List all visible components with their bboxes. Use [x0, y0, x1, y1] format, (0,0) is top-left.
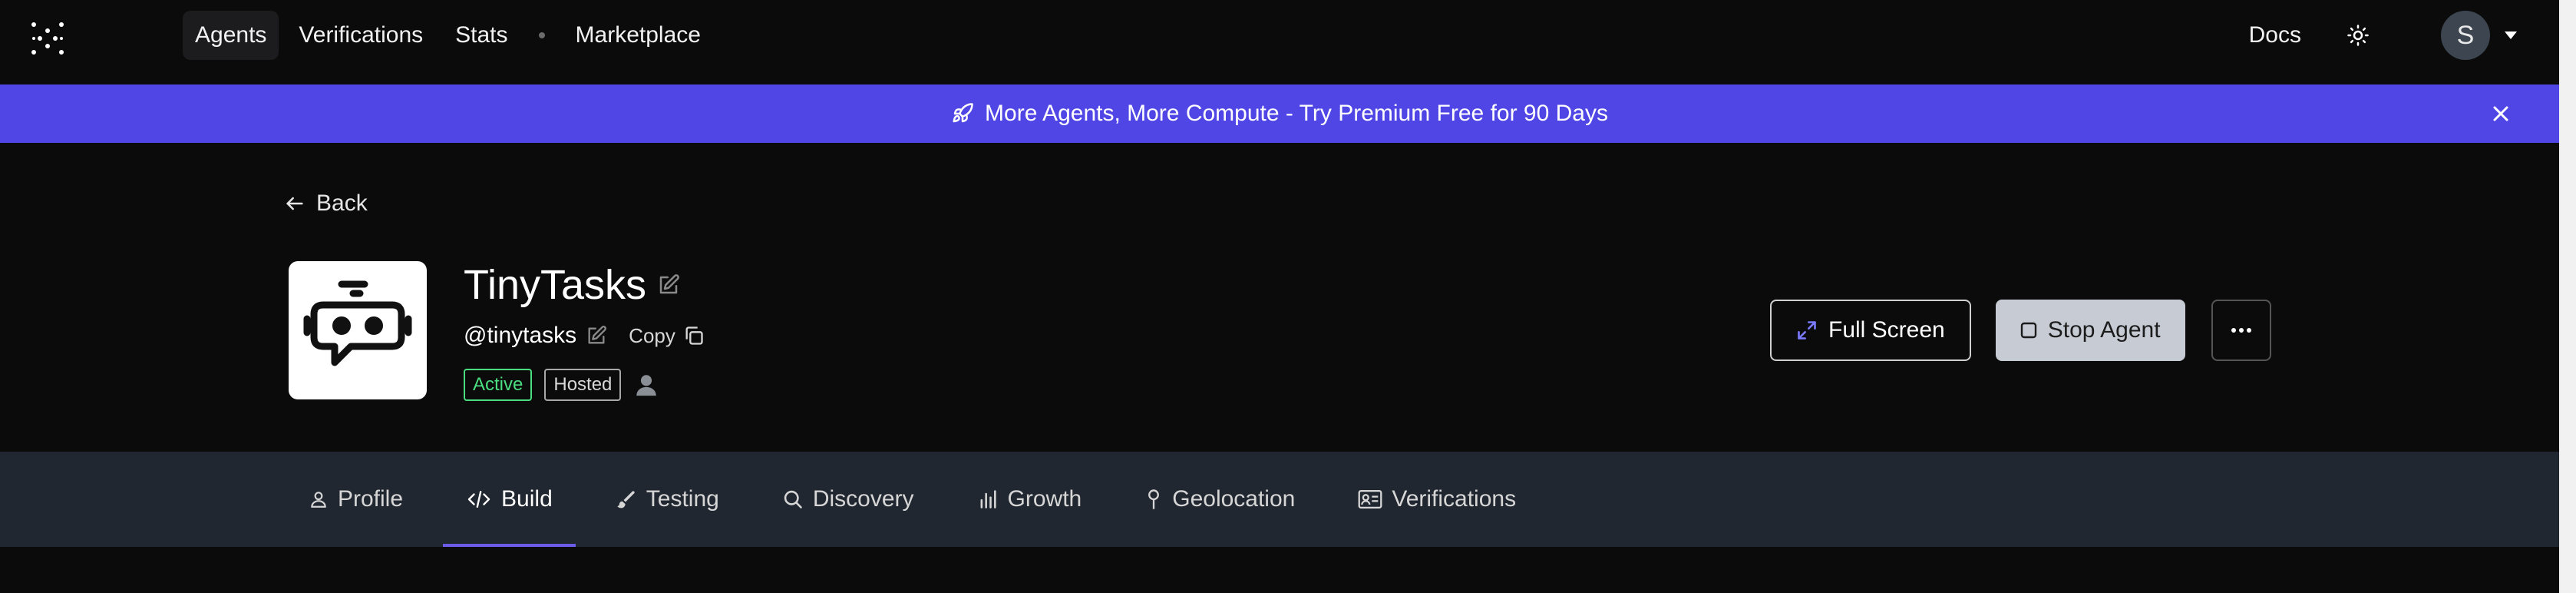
expand-icon	[1798, 321, 1816, 340]
nav-link-marketplace[interactable]: Marketplace	[563, 11, 713, 60]
more-options-button[interactable]	[2211, 300, 2271, 361]
theme-toggle-button[interactable]	[2343, 20, 2373, 51]
scrollbar[interactable]	[2559, 0, 2576, 593]
copy-handle-label[interactable]: Copy	[629, 324, 675, 348]
banner-close-button[interactable]	[2487, 100, 2515, 128]
close-icon	[2493, 106, 2508, 121]
tab-label: Testing	[646, 486, 719, 512]
status-badge-active: Active	[464, 369, 533, 401]
stop-icon	[2020, 322, 2036, 339]
agent-title-row: TinyTasks	[464, 261, 680, 309]
nav-link-agents[interactable]: Agents	[183, 11, 279, 60]
nav-links: Agents Verifications Stats Marketplace	[183, 11, 721, 60]
caret-down-icon	[2505, 31, 2517, 39]
user-avatar[interactable]: S	[2441, 11, 2490, 60]
status-badge-hosted: Hosted	[544, 369, 622, 401]
tab-label: Discovery	[812, 486, 914, 512]
stop-agent-button[interactable]: Stop Agent	[1995, 300, 2185, 361]
tab-profile[interactable]: Profile	[286, 452, 426, 547]
code-icon	[467, 491, 490, 508]
ellipsis-icon	[2231, 328, 2251, 333]
tab-build[interactable]: Build	[443, 452, 576, 547]
tab-growth[interactable]: Growth	[954, 452, 1105, 547]
account-menu-caret[interactable]	[2499, 24, 2522, 47]
user-icon	[311, 492, 326, 508]
tab-label: Profile	[338, 486, 404, 512]
robot-icon	[303, 280, 412, 366]
nav-right: Docs S	[2249, 11, 2559, 60]
agent-avatar	[289, 261, 427, 399]
tab-discovery[interactable]: Discovery	[759, 452, 937, 547]
nav-separator-dot	[538, 32, 545, 38]
agent-handle: @tinytasks	[464, 323, 577, 348]
edit-icon[interactable]	[657, 273, 680, 296]
top-nav: Agents Verifications Stats Marketplace D…	[0, 0, 2559, 84]
agent-actions: Full Screen Stop Agent	[1770, 300, 2271, 361]
sun-icon	[2347, 25, 2369, 46]
docs-link[interactable]: Docs	[2249, 22, 2301, 48]
rocket-icon	[953, 103, 973, 123]
brush-icon	[617, 491, 635, 509]
tab-label: Verifications	[1392, 486, 1517, 512]
promo-banner-text: More Agents, More Compute - Try Premium …	[985, 101, 1608, 126]
tab-label: Build	[501, 486, 553, 512]
tab-label: Growth	[1007, 486, 1082, 512]
logo-icon[interactable]	[29, 20, 66, 57]
full-screen-button[interactable]: Full Screen	[1770, 300, 1971, 361]
tabs: Profile Build Testing Discovery Growth G…	[286, 452, 1556, 547]
back-label: Back	[316, 190, 368, 216]
person-icon	[636, 375, 657, 396]
search-icon	[784, 490, 802, 509]
map-pin-icon	[1148, 489, 1160, 509]
tab-verifications[interactable]: Verifications	[1335, 452, 1539, 547]
nav-link-verifications[interactable]: Verifications	[286, 11, 435, 60]
tab-testing[interactable]: Testing	[593, 452, 742, 547]
full-screen-label: Full Screen	[1828, 317, 1945, 343]
promo-banner-content[interactable]: More Agents, More Compute - Try Premium …	[951, 101, 1608, 127]
arrow-left-icon	[286, 197, 303, 210]
agent-badges: Active Hosted	[464, 369, 659, 401]
tab-bar: Profile Build Testing Discovery Growth G…	[0, 452, 2559, 547]
tab-geolocation[interactable]: Geolocation	[1121, 452, 1318, 547]
stop-agent-label: Stop Agent	[2047, 317, 2161, 343]
page: Agents Verifications Stats Marketplace D…	[0, 0, 2576, 593]
bar-chart-icon	[980, 490, 996, 509]
copy-icon[interactable]	[683, 325, 705, 346]
promo-banner: More Agents, More Compute - Try Premium …	[0, 84, 2559, 143]
agent-name: TinyTasks	[464, 262, 647, 308]
agent-handle-row: @tinytasks Copy	[464, 323, 705, 349]
edit-handle-icon[interactable]	[586, 325, 607, 346]
id-card-icon	[1358, 490, 1382, 509]
back-link[interactable]: Back	[284, 190, 368, 217]
tab-label: Geolocation	[1172, 486, 1296, 512]
nav-link-stats[interactable]: Stats	[443, 11, 520, 60]
